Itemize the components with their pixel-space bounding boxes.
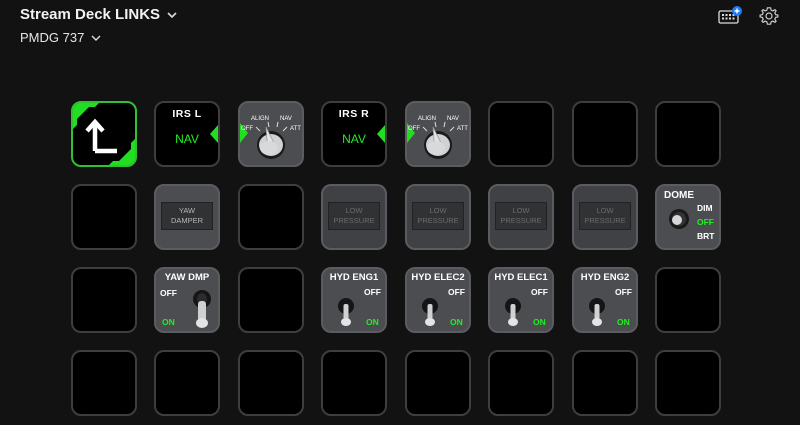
toggle-switch-icon bbox=[505, 298, 521, 326]
gear-icon[interactable] bbox=[759, 6, 779, 26]
empty-key[interactable] bbox=[405, 350, 471, 416]
irs-right-selector-key[interactable]: ALIGN NAV OFF ATT bbox=[405, 101, 471, 167]
dome-dim-label: DIM bbox=[697, 203, 713, 213]
irs-right-mode: NAV bbox=[342, 132, 366, 146]
yaw-damper-switch-key[interactable]: YAW DMP OFF ON bbox=[154, 267, 220, 333]
empty-key[interactable] bbox=[238, 267, 304, 333]
toggle-switch-icon bbox=[193, 290, 211, 328]
profile-title: PMDG 737 bbox=[20, 30, 85, 45]
empty-key[interactable] bbox=[655, 350, 721, 416]
empty-key[interactable] bbox=[238, 184, 304, 250]
irs-left-selector-key[interactable]: ALIGN NAV OFF ATT bbox=[238, 101, 304, 167]
empty-key[interactable] bbox=[572, 101, 638, 167]
device-title: Stream Deck LINKS bbox=[20, 6, 161, 23]
device-selector[interactable]: Stream Deck LINKS bbox=[20, 6, 178, 23]
empty-key[interactable] bbox=[488, 101, 554, 167]
hyd-eng2-switch-key[interactable]: HYD ENG2 OFF ON bbox=[572, 267, 638, 333]
toggle-switch-icon bbox=[589, 298, 605, 326]
empty-key[interactable] bbox=[321, 350, 387, 416]
low-pressure-annunciator-key[interactable]: LOW PRESSURE bbox=[321, 184, 387, 250]
empty-key[interactable] bbox=[71, 267, 137, 333]
hyd-elec2-switch-key[interactable]: HYD ELEC2 OFF ON bbox=[405, 267, 471, 333]
keyboard-icon[interactable] bbox=[718, 6, 742, 26]
empty-key[interactable] bbox=[238, 350, 304, 416]
empty-key[interactable] bbox=[655, 267, 721, 333]
dome-brt-label: BRT bbox=[697, 231, 715, 241]
empty-key[interactable] bbox=[488, 350, 554, 416]
active-indicator bbox=[210, 125, 218, 143]
toggle-switch-icon bbox=[338, 298, 354, 326]
profile-selector[interactable]: PMDG 737 bbox=[20, 30, 102, 45]
low-pressure-annunciator-key[interactable]: LOW PRESSURE bbox=[572, 184, 638, 250]
irs-right-mode-key[interactable]: IRS R NAV bbox=[321, 101, 387, 167]
empty-key[interactable] bbox=[71, 184, 137, 250]
active-indicator bbox=[377, 125, 385, 143]
chevron-down-icon bbox=[91, 35, 101, 41]
dome-off-label: OFF bbox=[697, 217, 714, 227]
empty-key[interactable] bbox=[655, 101, 721, 167]
arrow-up-left-icon bbox=[73, 103, 135, 165]
empty-key[interactable] bbox=[71, 350, 137, 416]
low-pressure-annunciator: LOW PRESSURE bbox=[412, 202, 464, 230]
rotary-knob-icon bbox=[255, 121, 288, 159]
irs-left-mode-key[interactable]: IRS L NAV bbox=[154, 101, 220, 167]
dome-light-key[interactable]: DOME DIM OFF BRT bbox=[655, 184, 721, 250]
empty-key[interactable] bbox=[154, 350, 220, 416]
hyd-eng1-switch-key[interactable]: HYD ENG1 OFF ON bbox=[321, 267, 387, 333]
low-pressure-annunciator: LOW PRESSURE bbox=[495, 202, 547, 230]
rotary-knob-icon bbox=[422, 121, 455, 159]
low-pressure-annunciator: LOW PRESSURE bbox=[328, 202, 380, 230]
toggle-switch-icon bbox=[422, 298, 438, 326]
irs-left-label: IRS L bbox=[172, 108, 202, 120]
empty-key[interactable] bbox=[572, 350, 638, 416]
low-pressure-annunciator-key[interactable]: LOW PRESSURE bbox=[488, 184, 554, 250]
chevron-down-icon bbox=[167, 11, 177, 18]
irs-left-mode: NAV bbox=[175, 132, 199, 146]
low-pressure-annunciator: LOW PRESSURE bbox=[579, 202, 631, 230]
yaw-damper-annunciator-key[interactable]: YAW DAMPER bbox=[154, 184, 220, 250]
low-pressure-annunciator-key[interactable]: LOW PRESSURE bbox=[405, 184, 471, 250]
back-key[interactable] bbox=[71, 101, 137, 167]
hyd-elec1-switch-key[interactable]: HYD ELEC1 OFF ON bbox=[488, 267, 554, 333]
yaw-damper-annunciator: YAW DAMPER bbox=[161, 202, 213, 230]
irs-right-label: IRS R bbox=[338, 108, 370, 120]
